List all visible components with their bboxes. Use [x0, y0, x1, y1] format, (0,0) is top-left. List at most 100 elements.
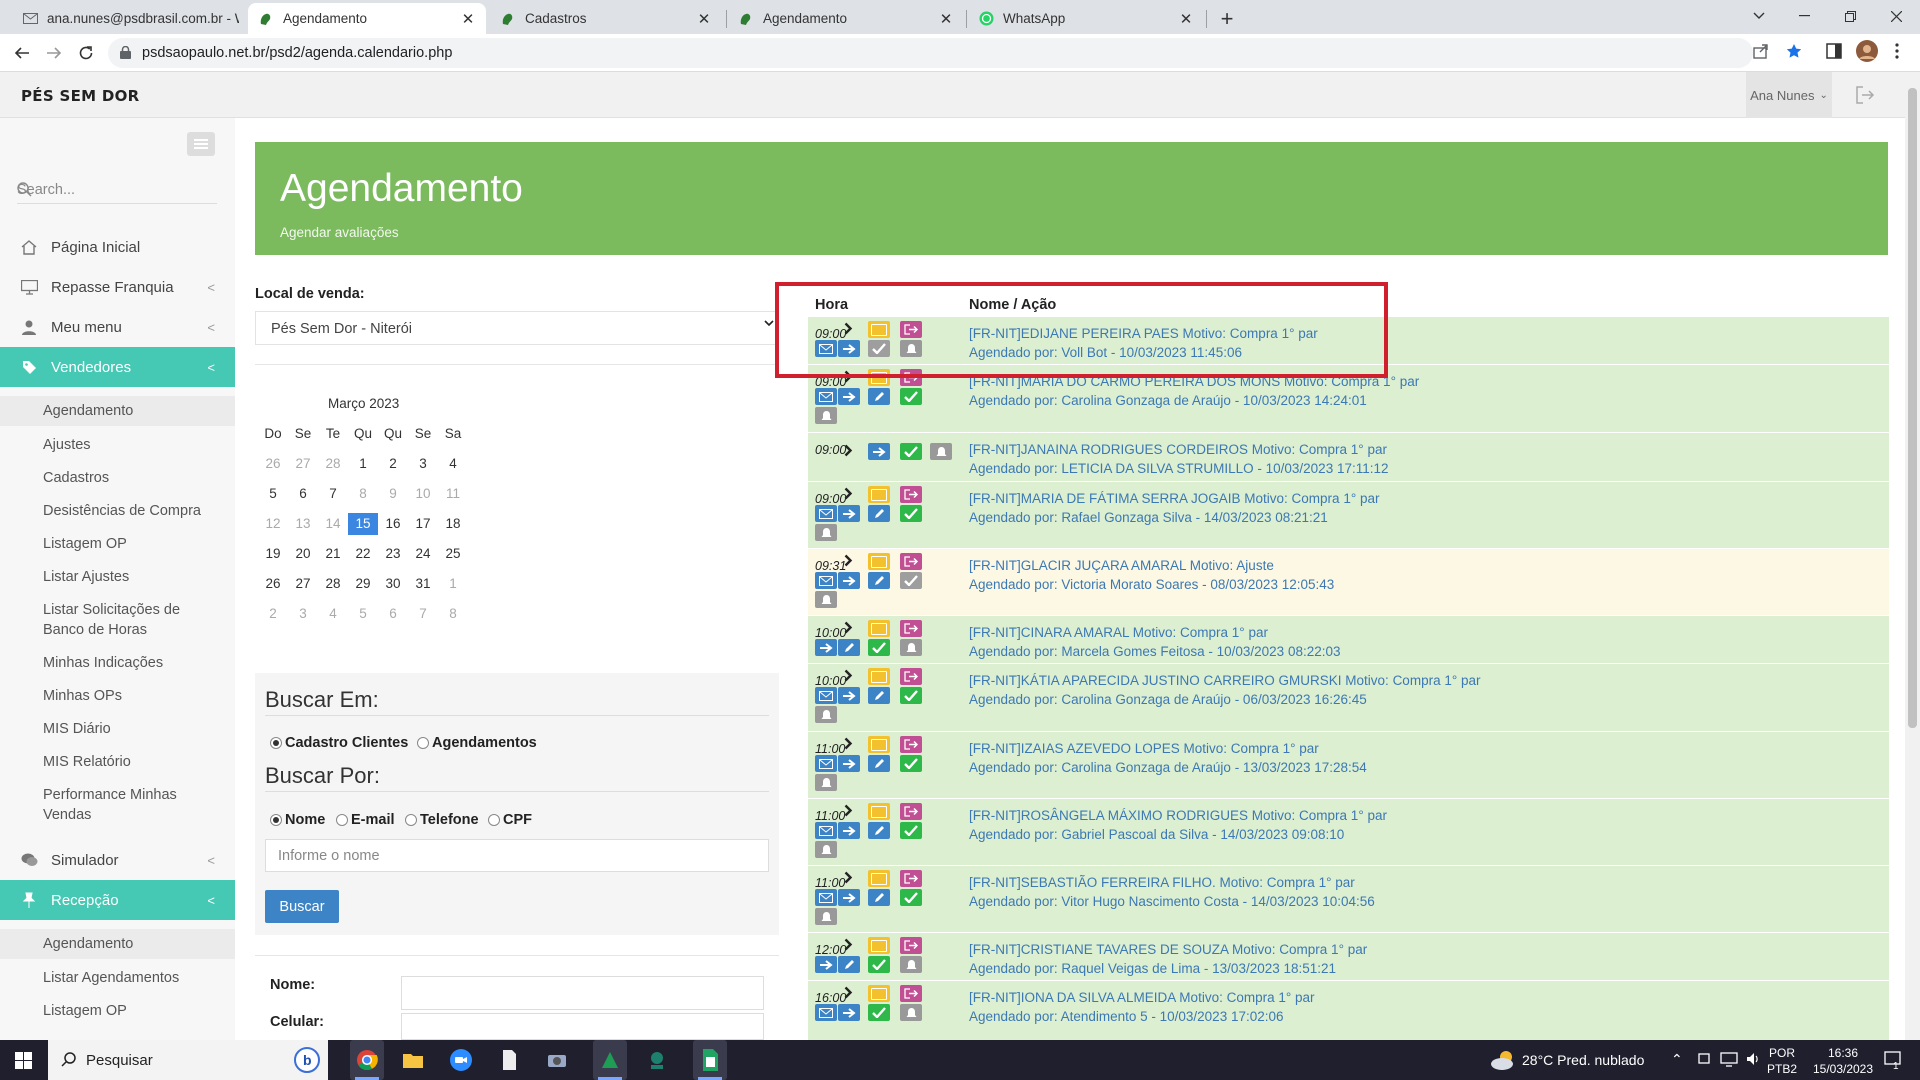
- forward-arrow-icon[interactable]: [44, 43, 64, 63]
- calendar-day[interactable]: 30: [378, 573, 408, 595]
- row-client-link[interactable]: [FR-NIT]CINARA AMARAL Motivo: Compra 1° …: [969, 623, 1341, 642]
- calendar-day[interactable]: 26: [258, 453, 288, 475]
- lock-icon[interactable]: [120, 46, 131, 59]
- arrow-right-icon[interactable]: [838, 889, 860, 906]
- page-scrollbar[interactable]: [1905, 72, 1920, 1040]
- sidebar-item-vendedores[interactable]: Vendedores <: [0, 347, 235, 387]
- chevron-right-icon[interactable]: [844, 621, 856, 635]
- arrow-right-icon[interactable]: [838, 687, 860, 704]
- sign-out-icon[interactable]: [900, 668, 922, 685]
- sidebar-item-recepcao[interactable]: Recepção <: [0, 880, 235, 920]
- calendar-day[interactable]: 8: [438, 603, 468, 625]
- arrow-right-icon[interactable]: [838, 755, 860, 772]
- sign-out-icon[interactable]: [900, 870, 922, 887]
- sidebar-item-pagina-inicial[interactable]: Página Inicial: [0, 227, 235, 267]
- sidebar-subitem-performance-line2[interactable]: Vendas: [0, 805, 235, 825]
- money-icon[interactable]: [868, 486, 890, 503]
- close-icon[interactable]: ✕: [460, 10, 476, 28]
- brand-logo[interactable]: PÉS SEM DOR: [21, 87, 140, 105]
- radio-email[interactable]: E-mail: [336, 812, 395, 828]
- pencil-icon[interactable]: [868, 572, 890, 589]
- buscar-button[interactable]: Buscar: [265, 890, 339, 923]
- local-venda-select[interactable]: Pés Sem Dor - Niterói: [255, 311, 777, 345]
- zoom-icon[interactable]: [449, 1048, 473, 1072]
- bell-icon[interactable]: [900, 1004, 922, 1021]
- pencil-icon[interactable]: [868, 687, 890, 704]
- weather-cloud-icon[interactable]: [1490, 1049, 1516, 1071]
- check-icon[interactable]: [900, 443, 922, 460]
- sidebar-subitem-solicitacoes-line1[interactable]: Listar Solicitações de: [0, 600, 235, 620]
- calendar-day[interactable]: 10: [408, 483, 438, 505]
- minimize-button[interactable]: [1789, 4, 1819, 28]
- tab-agendamento-2[interactable]: Agendamento ✕: [728, 3, 964, 34]
- avatar[interactable]: [1856, 40, 1878, 62]
- check-icon[interactable]: [900, 572, 922, 589]
- radio-nome[interactable]: Nome: [270, 812, 325, 828]
- calendar-day[interactable]: 27: [288, 453, 318, 475]
- menu-dots-icon[interactable]: [1895, 43, 1899, 59]
- mail-icon[interactable]: [815, 388, 837, 405]
- mail-icon[interactable]: [815, 822, 837, 839]
- reload-icon[interactable]: [76, 43, 96, 63]
- sidebar-subitem-ajustes[interactable]: Ajustes: [0, 435, 235, 455]
- chrome-icon[interactable]: [350, 1040, 384, 1080]
- chevron-right-icon[interactable]: [844, 554, 856, 568]
- calendar-day[interactable]: 4: [438, 453, 468, 475]
- check-icon[interactable]: [900, 687, 922, 704]
- camera-icon[interactable]: [545, 1048, 569, 1072]
- check-icon[interactable]: [868, 956, 890, 973]
- language-indicator[interactable]: POR PTB2: [1767, 1045, 1797, 1077]
- calendar-day[interactable]: 3: [288, 603, 318, 625]
- chevron-right-icon[interactable]: [844, 938, 856, 952]
- bell-icon[interactable]: [815, 591, 837, 608]
- calendar-day[interactable]: 5: [258, 483, 288, 505]
- chevron-right-icon[interactable]: [844, 669, 856, 683]
- sidebar-subitem-solicitacoes-line2[interactable]: Banco de Horas: [0, 620, 235, 640]
- windows-start-icon[interactable]: [15, 1052, 32, 1069]
- close-icon[interactable]: ✕: [696, 10, 712, 28]
- money-icon[interactable]: [868, 870, 890, 887]
- calendar-day[interactable]: 3: [408, 453, 438, 475]
- sidebar-subitem-cadastros[interactable]: Cadastros: [0, 468, 235, 488]
- arrow-right-icon[interactable]: [838, 1004, 860, 1021]
- calendar-day[interactable]: 4: [318, 603, 348, 625]
- chevron-right-icon[interactable]: [844, 871, 856, 885]
- bell-icon[interactable]: [815, 407, 837, 424]
- mail-icon[interactable]: [815, 505, 837, 522]
- nome-field[interactable]: [401, 976, 764, 1010]
- sidebar-subitem-listar-ajustes[interactable]: Listar Ajustes: [0, 567, 235, 587]
- pencil-icon[interactable]: [868, 889, 890, 906]
- money-icon[interactable]: [868, 668, 890, 685]
- check-icon[interactable]: [900, 822, 922, 839]
- calendar-day[interactable]: 28: [318, 573, 348, 595]
- money-icon[interactable]: [868, 937, 890, 954]
- money-icon[interactable]: [868, 620, 890, 637]
- chevron-right-icon[interactable]: [844, 444, 856, 458]
- sidebar-subitem-performance-line1[interactable]: Performance Minhas: [0, 785, 235, 805]
- sign-out-icon[interactable]: [900, 985, 922, 1002]
- calendar-day[interactable]: 26: [258, 573, 288, 595]
- sidebar-subitem-desistencias[interactable]: Desistências de Compra: [0, 501, 235, 521]
- tab-cadastros[interactable]: Cadastros ✕: [490, 3, 722, 34]
- sidebar-subitem-agendamento[interactable]: Agendamento: [0, 396, 235, 426]
- sidebar-subitem-minhas-ops[interactable]: Minhas OPs: [0, 686, 235, 706]
- sign-out-icon[interactable]: [900, 620, 922, 637]
- calendar-day[interactable]: 6: [378, 603, 408, 625]
- search-icon[interactable]: [17, 182, 217, 197]
- sidebar-subitem-mis-relatorio[interactable]: MIS Relatório: [0, 752, 235, 772]
- calendar-day[interactable]: 28: [318, 453, 348, 475]
- tab-agendamento-active[interactable]: Agendamento ✕: [248, 3, 486, 34]
- mail-icon[interactable]: [815, 889, 837, 906]
- sign-out-icon[interactable]: [900, 937, 922, 954]
- money-icon[interactable]: [868, 553, 890, 570]
- calendar-day[interactable]: 31: [408, 573, 438, 595]
- row-client-link[interactable]: [FR-NIT]CRISTIANE TAVARES DE SOUZA Motiv…: [969, 940, 1367, 959]
- clock[interactable]: 16:36 15/03/2023: [1812, 1045, 1874, 1077]
- radio-telefone[interactable]: Telefone: [405, 812, 479, 828]
- money-icon[interactable]: [868, 736, 890, 753]
- check-icon[interactable]: [900, 388, 922, 405]
- arrow-right-icon[interactable]: [815, 956, 837, 973]
- arrow-right-icon[interactable]: [815, 639, 837, 656]
- sidebar-item-meu-menu[interactable]: Meu menu <: [0, 307, 235, 347]
- pencil-icon[interactable]: [838, 639, 860, 656]
